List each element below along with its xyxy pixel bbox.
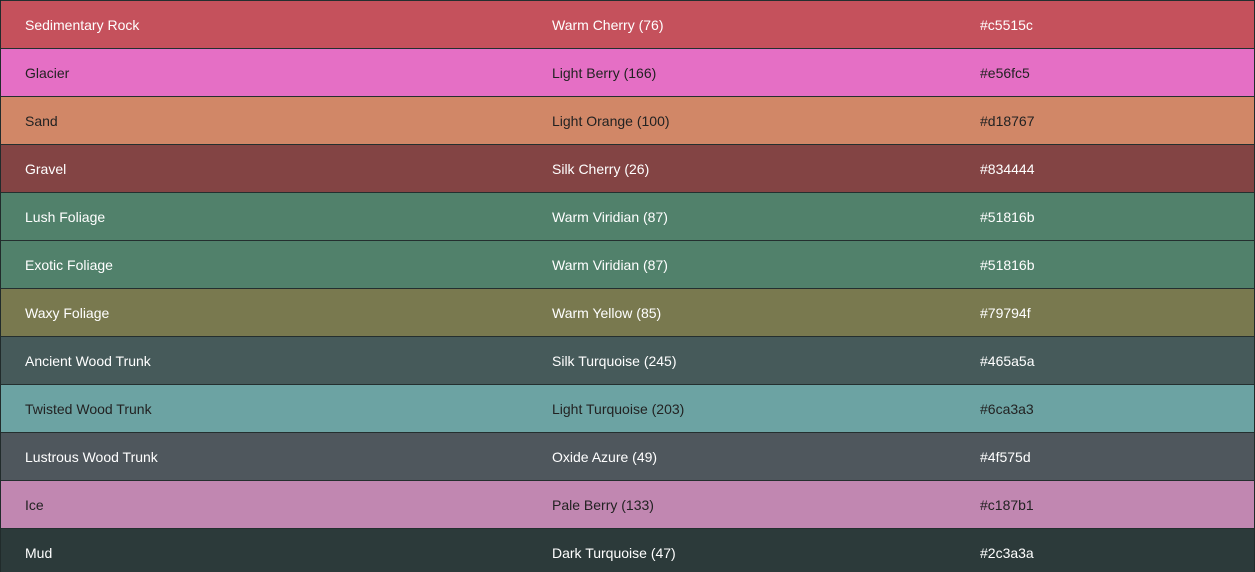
- color-name-cell: Light Orange (100): [552, 96, 980, 145]
- hex-code-cell: #79794f: [980, 288, 1255, 337]
- color-row: Lush Foliage Warm Viridian (87) #51816b: [0, 192, 1255, 241]
- material-name-cell: Glacier: [0, 48, 552, 97]
- hex-code-cell: #c187b1: [980, 480, 1255, 529]
- color-row: Twisted Wood Trunk Light Turquoise (203) #…: [0, 384, 1255, 433]
- color-row: Mud Dark Turquoise (47) #2c3a3a: [0, 528, 1255, 572]
- material-name-cell: Sedimentary Rock: [0, 0, 552, 49]
- hex-code-cell: #e56fc5: [980, 48, 1255, 97]
- color-name-cell: Warm Viridian (87): [552, 240, 980, 289]
- color-name-cell: Silk Turquoise (245): [552, 336, 980, 385]
- material-name-cell: Exotic Foliage: [0, 240, 552, 289]
- color-name-cell: Oxide Azure (49): [552, 432, 980, 481]
- material-name-cell: Twisted Wood Trunk: [0, 384, 552, 433]
- hex-code-cell: #51816b: [980, 192, 1255, 241]
- material-name-cell: Mud: [0, 528, 552, 572]
- color-table: Sedimentary Rock Warm Cherry (76) #c5515c G…: [0, 0, 1255, 572]
- color-row: Lustrous Wood Trunk Oxide Azure (49) #4f57…: [0, 432, 1255, 481]
- color-row: Ice Pale Berry (133) #c187b1: [0, 480, 1255, 529]
- color-row: Exotic Foliage Warm Viridian (87) #51816b: [0, 240, 1255, 289]
- color-name-cell: Dark Turquoise (47): [552, 528, 980, 572]
- material-name-cell: Gravel: [0, 144, 552, 193]
- hex-code-cell: #d18767: [980, 96, 1255, 145]
- material-name-cell: Lush Foliage: [0, 192, 552, 241]
- material-name-cell: Ancient Wood Trunk: [0, 336, 552, 385]
- color-name-cell: Warm Cherry (76): [552, 0, 980, 49]
- material-name-cell: Ice: [0, 480, 552, 529]
- hex-code-cell: #4f575d: [980, 432, 1255, 481]
- color-name-cell: Light Berry (166): [552, 48, 980, 97]
- material-name-cell: Waxy Foliage: [0, 288, 552, 337]
- material-name-cell: Lustrous Wood Trunk: [0, 432, 552, 481]
- color-row: Sedimentary Rock Warm Cherry (76) #c5515c: [0, 0, 1255, 49]
- material-name-cell: Sand: [0, 96, 552, 145]
- color-row: Ancient Wood Trunk Silk Turquoise (245) #4…: [0, 336, 1255, 385]
- color-row: Glacier Light Berry (166) #e56fc5: [0, 48, 1255, 97]
- color-name-cell: Light Turquoise (203): [552, 384, 980, 433]
- color-row: Gravel Silk Cherry (26) #834444: [0, 144, 1255, 193]
- hex-code-cell: #51816b: [980, 240, 1255, 289]
- color-table-body: Sedimentary Rock Warm Cherry (76) #c5515c G…: [0, 0, 1255, 572]
- color-name-cell: Silk Cherry (26): [552, 144, 980, 193]
- color-name-cell: Pale Berry (133): [552, 480, 980, 529]
- color-row: Waxy Foliage Warm Yellow (85) #79794f: [0, 288, 1255, 337]
- color-row: Sand Light Orange (100) #d18767: [0, 96, 1255, 145]
- hex-code-cell: #834444: [980, 144, 1255, 193]
- color-name-cell: Warm Yellow (85): [552, 288, 980, 337]
- hex-code-cell: #2c3a3a: [980, 528, 1255, 572]
- hex-code-cell: #465a5a: [980, 336, 1255, 385]
- hex-code-cell: #6ca3a3: [980, 384, 1255, 433]
- color-name-cell: Warm Viridian (87): [552, 192, 980, 241]
- hex-code-cell: #c5515c: [980, 0, 1255, 49]
